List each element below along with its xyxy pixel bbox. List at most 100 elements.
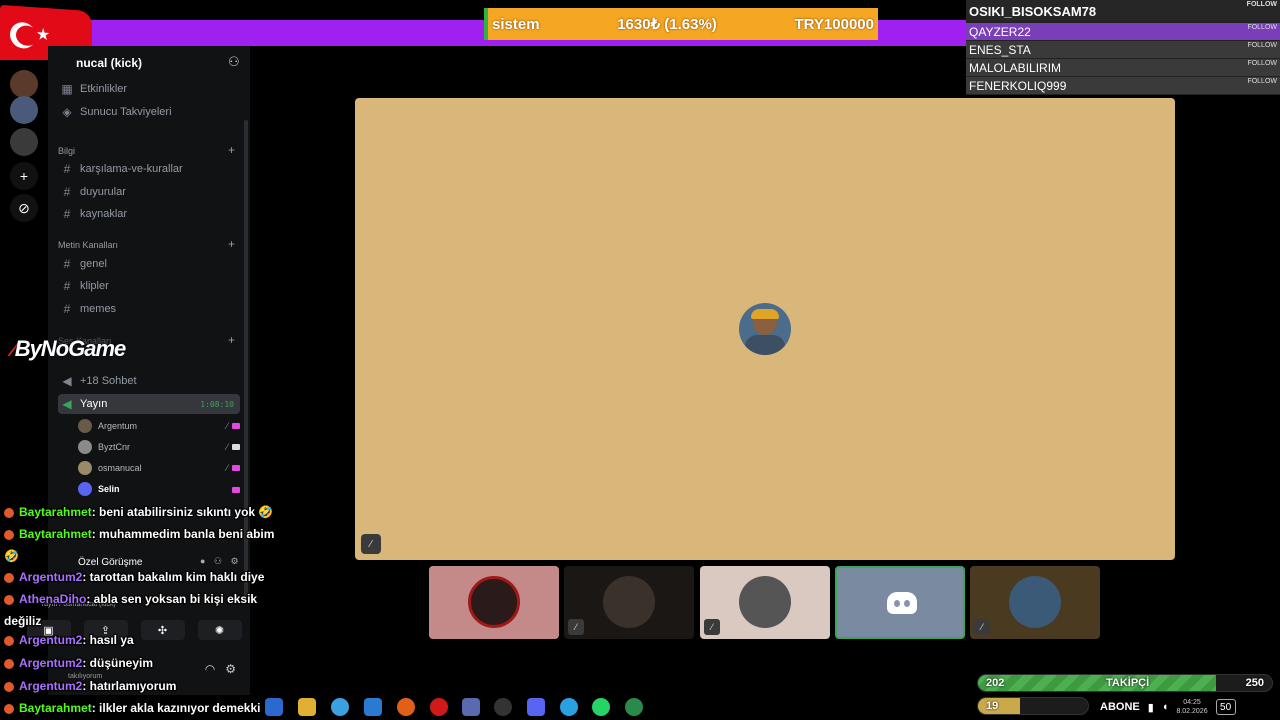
gear-icon[interactable]: ⚙: [225, 662, 236, 676]
system-tray: ABONE ▮ ◖ 04:25 8.02.2026 50: [1100, 696, 1236, 718]
server-folder-icon[interactable]: [10, 128, 38, 156]
voice-user[interactable]: osmanucal ⁄: [78, 458, 240, 478]
chrome-profile-icon[interactable]: [625, 698, 643, 716]
follower-name: QAYZER22: [969, 24, 1031, 39]
app-icon[interactable]: [462, 698, 480, 716]
volume-icon[interactable]: ◖: [1162, 701, 1169, 713]
channel-memes[interactable]: # memes: [58, 299, 240, 319]
opera-icon[interactable]: [430, 698, 448, 716]
copilot-icon[interactable]: [265, 698, 283, 716]
voice-user[interactable]: Argentum ⁄: [78, 416, 240, 436]
sidebar-item-events[interactable]: ▦ Etkinlikler: [58, 79, 240, 99]
mic-icon[interactable]: ▮: [1148, 701, 1154, 714]
participant-tile[interactable]: [835, 566, 965, 639]
bynogame-logo: ⁄ByNoGame: [12, 336, 126, 361]
channel-label: +18 Sohbet: [80, 375, 137, 387]
follow-button[interactable]: FOLLOW: [1247, 78, 1277, 85]
headphones-icon[interactable]: ◠: [205, 662, 215, 676]
add-channel-icon[interactable]: +: [228, 333, 235, 347]
avatar: [739, 576, 791, 628]
server-icon[interactable]: [10, 70, 38, 98]
mic-muted-icon: ⁄: [226, 421, 228, 431]
follower-row: QAYZER22 FOLLOW: [966, 23, 1280, 41]
explore-icon[interactable]: ⊘: [10, 194, 38, 222]
hash-icon: #: [63, 185, 71, 199]
participant-tile[interactable]: ⁄: [700, 566, 830, 639]
live-icon: [232, 465, 240, 471]
participant-tile[interactable]: [429, 566, 559, 639]
follower-goal-fill: [978, 675, 1217, 691]
channel-label: genel: [80, 258, 107, 270]
ticker-change: 1630₺ (1.63%): [617, 16, 717, 33]
follower-name: FENERKOLIQ999: [969, 78, 1067, 93]
whatsapp-icon[interactable]: [592, 698, 610, 716]
channel-duyurular[interactable]: # duyurular: [58, 182, 240, 202]
follow-button[interactable]: FOLLOW: [1247, 60, 1277, 67]
chrome-icon[interactable]: [331, 698, 349, 716]
channel-karsilama[interactable]: # karşılama-ve-kurallar: [58, 159, 240, 179]
sidebar-item-boosts[interactable]: ◈ Sunucu Takviyeleri: [58, 102, 240, 122]
stage-main[interactable]: ⁄: [355, 98, 1175, 560]
clock[interactable]: 04:25 8.02.2026: [1176, 698, 1207, 716]
mail-icon[interactable]: [364, 698, 382, 716]
follower-list: OSIKI_BISOKSAM78 FOLLOW QAYZER22 FOLLOW EN…: [966, 0, 1280, 95]
donation-ticker: sistem 1630₺ (1.63%) TRY100000: [484, 8, 878, 40]
category-info[interactable]: Bilgi: [58, 146, 75, 156]
channel-genel[interactable]: # genel: [58, 254, 240, 274]
avatar: [78, 440, 92, 454]
server-name[interactable]: nucal (kick): [76, 56, 142, 70]
kick-badge-icon: [4, 572, 14, 583]
follow-button[interactable]: FOLLOW: [1247, 24, 1277, 31]
live-icon: [232, 487, 240, 493]
sub-goal-bar: 19: [977, 697, 1089, 715]
avatar: [78, 482, 92, 496]
follow-button[interactable]: FOLLOW: [1247, 1, 1277, 8]
voice-user[interactable]: Selin: [78, 479, 240, 499]
sub-goal-fill: [978, 698, 1020, 714]
obs-icon[interactable]: [494, 698, 512, 716]
live-icon: [232, 423, 240, 429]
follower-goal-bar: 202 TAKİPÇİ 250: [977, 674, 1273, 692]
ticker-channel: sistem: [492, 15, 540, 33]
add-channel-icon[interactable]: +: [228, 237, 235, 251]
channel-kaynaklar[interactable]: # kaynaklar: [58, 204, 240, 224]
folder-icon[interactable]: [298, 698, 316, 716]
channel-18-sohbet[interactable]: ◀ +18 Sohbet: [58, 371, 240, 391]
sub-current: 19: [986, 700, 999, 712]
discord-icon: [887, 592, 917, 614]
participant-tile[interactable]: ⁄: [970, 566, 1100, 639]
channel-yayin[interactable]: ◀ Yayın 1:08:10: [58, 394, 240, 414]
follower-name: ENES_STA: [969, 42, 1031, 57]
firefox-icon[interactable]: [397, 698, 415, 716]
hash-icon: #: [63, 162, 71, 176]
voice-timer: 1:08:10: [200, 399, 234, 409]
hash-icon: #: [63, 257, 71, 271]
telegram-icon[interactable]: [560, 698, 578, 716]
avatar: [78, 461, 92, 475]
avatar: [78, 419, 92, 433]
channel-klipler[interactable]: # klipler: [58, 276, 240, 296]
add-server-icon[interactable]: +: [10, 162, 38, 190]
discord-icon[interactable]: [527, 698, 545, 716]
avatar: [603, 576, 655, 628]
invite-icon[interactable]: ⚇: [228, 54, 240, 70]
voice-user-name: osmanucal: [98, 463, 142, 473]
kick-badge-icon: [4, 658, 14, 669]
chat-message: Baytarahmet: ilkler akla kazınıyor demek…: [4, 701, 260, 715]
follower-row: ENES_STA FOLLOW: [966, 41, 1280, 59]
follower-target: 250: [1245, 677, 1264, 689]
follower-name: OSIKI_BISOKSAM78: [969, 3, 1097, 19]
channel-label: karşılama-ve-kurallar: [80, 163, 183, 175]
category-text[interactable]: Metin Kanalları: [58, 240, 118, 250]
participant-tile[interactable]: ⁄: [564, 566, 694, 639]
follower-name: MALOLABILIRIM: [969, 60, 1062, 75]
follow-button[interactable]: FOLLOW: [1247, 42, 1277, 49]
notification-badge[interactable]: 50: [1215, 699, 1236, 715]
voice-user[interactable]: ByztCnr ⁄: [78, 437, 240, 457]
add-channel-icon[interactable]: +: [228, 143, 235, 157]
avatar: [1009, 576, 1061, 628]
mic-muted-icon: ⁄: [568, 619, 584, 635]
server-icon[interactable]: [10, 96, 38, 124]
channel-label: kaynaklar: [80, 208, 128, 220]
sub-label: ABONE: [1100, 701, 1140, 713]
